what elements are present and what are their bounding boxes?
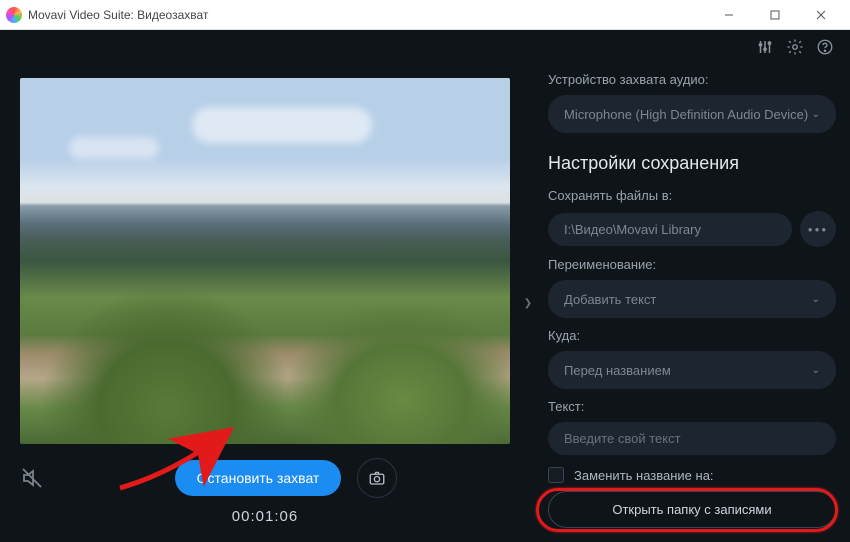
video-preview [20,78,510,444]
rename-select[interactable]: Добавить текст ⌄ [548,280,836,318]
left-pane: Остановить захват 00:01:06 [0,64,522,542]
maximize-icon [770,10,780,20]
audio-device-value: Microphone (High Definition Audio Device… [564,107,808,122]
audio-device-select[interactable]: Microphone (High Definition Audio Device… [548,95,836,133]
app-body: Остановить захват 00:01:06 ❯ Устройство … [0,30,850,542]
gear-icon[interactable] [786,38,804,56]
speaker-muted-icon [20,466,44,490]
snapshot-button[interactable] [357,458,397,498]
window-titlebar: Movavi Video Suite: Видеозахват [0,0,850,30]
window-minimize-button[interactable] [706,0,752,30]
rename-label: Переименование: [548,257,836,272]
settings-panel: Устройство захвата аудио: Microphone (Hi… [534,64,850,542]
save-path-label: Сохранять файлы в: [548,188,836,203]
panel-collapse-handle[interactable]: ❯ [522,64,534,542]
open-recordings-folder-button[interactable]: Открыть папку с записями [548,491,836,528]
window-title: Movavi Video Suite: Видеозахват [28,8,706,22]
stop-capture-button[interactable]: Остановить захват [175,460,342,496]
main-row: Остановить захват 00:01:06 ❯ Устройство … [0,64,850,542]
minimize-icon [724,10,734,20]
help-icon[interactable] [816,38,834,56]
top-toolbar [0,30,850,64]
browse-button[interactable]: ●●● [800,211,836,247]
where-value: Перед названием [564,363,671,378]
ellipsis-icon: ●●● [808,225,829,234]
mute-button[interactable] [20,466,44,490]
capture-controls: Остановить захват [20,458,510,498]
chevron-down-icon: ⌄ [812,365,820,376]
save-path-field[interactable]: I:\Видео\Movavi Library [548,213,792,246]
close-icon [816,10,826,20]
text-label: Текст: [548,399,836,414]
chevron-down-icon: ⌄ [812,109,820,120]
capture-timer: 00:01:06 [20,508,510,525]
window-close-button[interactable] [798,0,844,30]
replace-title-label: Заменить название на: [574,468,714,483]
where-select[interactable]: Перед названием ⌄ [548,351,836,389]
equalizer-icon[interactable] [756,38,774,56]
app-icon [6,7,22,23]
chevron-down-icon: ⌄ [812,294,820,305]
window-maximize-button[interactable] [752,0,798,30]
center-controls: Остановить захват [62,458,510,498]
audio-device-label: Устройство захвата аудио: [548,72,836,87]
rename-value: Добавить текст [564,292,656,307]
rename-text-input[interactable] [548,422,836,455]
replace-title-checkbox[interactable] [548,467,564,483]
save-path-value: I:\Видео\Movavi Library [564,222,701,237]
save-settings-title: Настройки сохранения [548,153,836,174]
camera-icon [368,469,386,487]
where-label: Куда: [548,328,836,343]
